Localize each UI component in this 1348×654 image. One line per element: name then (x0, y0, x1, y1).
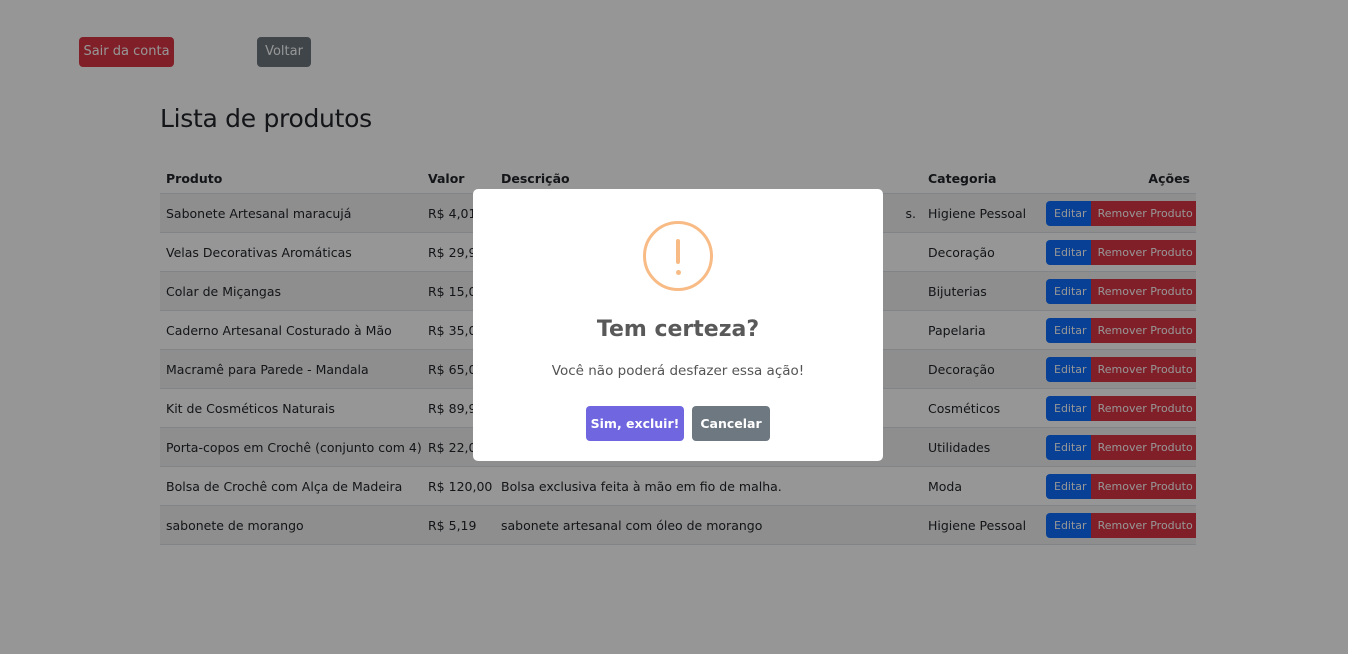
page: Sair da conta Voltar Lista de produtos P… (0, 0, 1348, 654)
warning-icon (643, 221, 713, 291)
confirm-delete-button[interactable]: Sim, excluir! (586, 406, 684, 441)
cancel-button[interactable]: Cancelar (692, 406, 770, 441)
dialog-title: Tem certeza? (596, 317, 760, 342)
confirm-dialog: Tem certeza? Você não poderá desfazer es… (473, 189, 883, 461)
dialog-message: Você não poderá desfazer essa ação! (551, 363, 805, 379)
